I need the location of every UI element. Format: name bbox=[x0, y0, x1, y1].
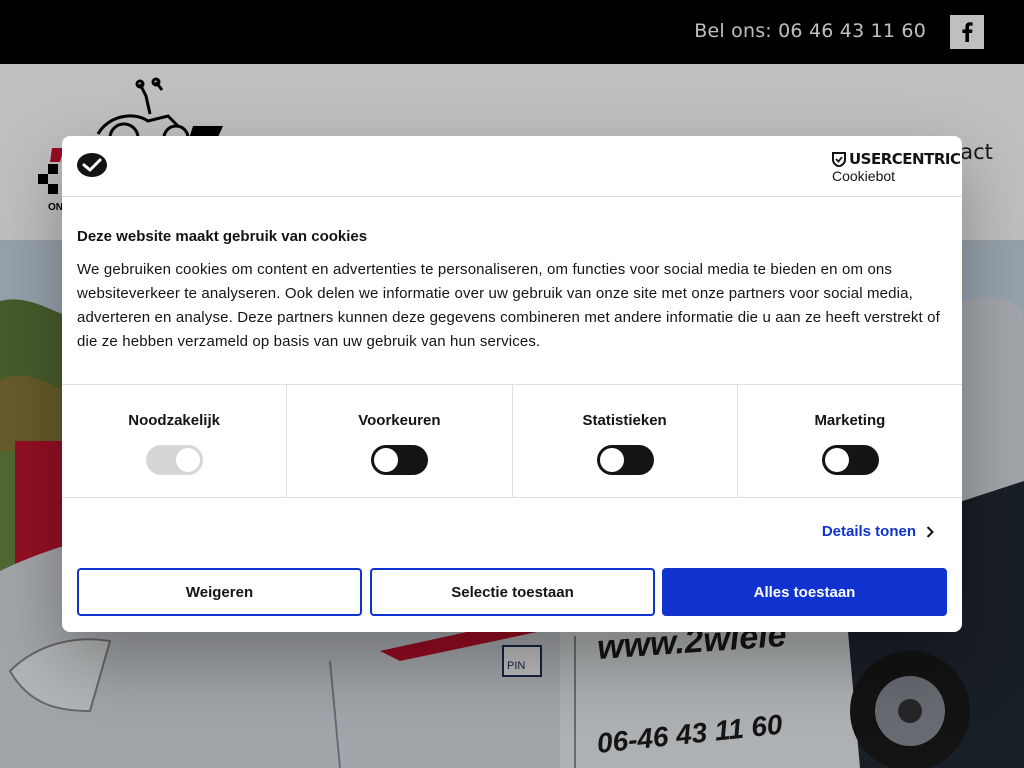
toggle-knob bbox=[374, 448, 399, 472]
decline-button[interactable]: Weigeren bbox=[77, 568, 362, 616]
dialog-header: USERCENTRICS Cookiebot bbox=[62, 136, 962, 197]
brand-title: USERCENTRICS bbox=[849, 150, 962, 168]
dialog-heading: Deze website maakt gebruik van cookies bbox=[77, 228, 368, 245]
details-label: Details tonen bbox=[821, 523, 916, 540]
category-preferences: Voorkeuren bbox=[287, 385, 513, 497]
category-label: Noodzakelijk bbox=[128, 412, 220, 429]
preferences-toggle[interactable] bbox=[371, 445, 429, 475]
category-label: Voorkeuren bbox=[358, 412, 441, 429]
toggle-knob bbox=[824, 448, 849, 472]
category-necessary: Noodzakelijk bbox=[62, 385, 288, 497]
show-details-link[interactable]: Details tonen bbox=[822, 523, 934, 540]
statistics-toggle[interactable] bbox=[596, 445, 654, 475]
shield-icon bbox=[832, 151, 846, 167]
toggle-knob bbox=[599, 448, 624, 472]
category-marketing: Marketing bbox=[738, 385, 962, 497]
cookie-icon bbox=[77, 153, 107, 177]
cookie-consent-dialog: USERCENTRICS Cookiebot Deze website maak… bbox=[62, 136, 962, 632]
marketing-toggle[interactable] bbox=[821, 445, 879, 475]
chevron-right-icon bbox=[926, 525, 934, 538]
category-statistics: Statistieken bbox=[513, 385, 738, 497]
category-label: Statistieken bbox=[582, 412, 667, 429]
category-label: Marketing bbox=[814, 412, 886, 429]
necessary-toggle bbox=[146, 445, 204, 475]
usercentrics-logo[interactable]: USERCENTRICS Cookiebot bbox=[832, 150, 962, 184]
dialog-body: Deze website maakt gebruik van cookies W… bbox=[77, 228, 947, 354]
allow-selection-button[interactable]: Selectie toestaan bbox=[370, 568, 655, 616]
allow-all-button[interactable]: Alles toestaan bbox=[662, 568, 947, 616]
toggle-knob bbox=[176, 448, 201, 472]
brand-subtitle: Cookiebot bbox=[832, 168, 896, 184]
dialog-description: We gebruiken cookies om content en adver… bbox=[77, 261, 940, 350]
consent-categories: Noodzakelijk Voorkeuren Statistieken Mar… bbox=[62, 384, 962, 498]
